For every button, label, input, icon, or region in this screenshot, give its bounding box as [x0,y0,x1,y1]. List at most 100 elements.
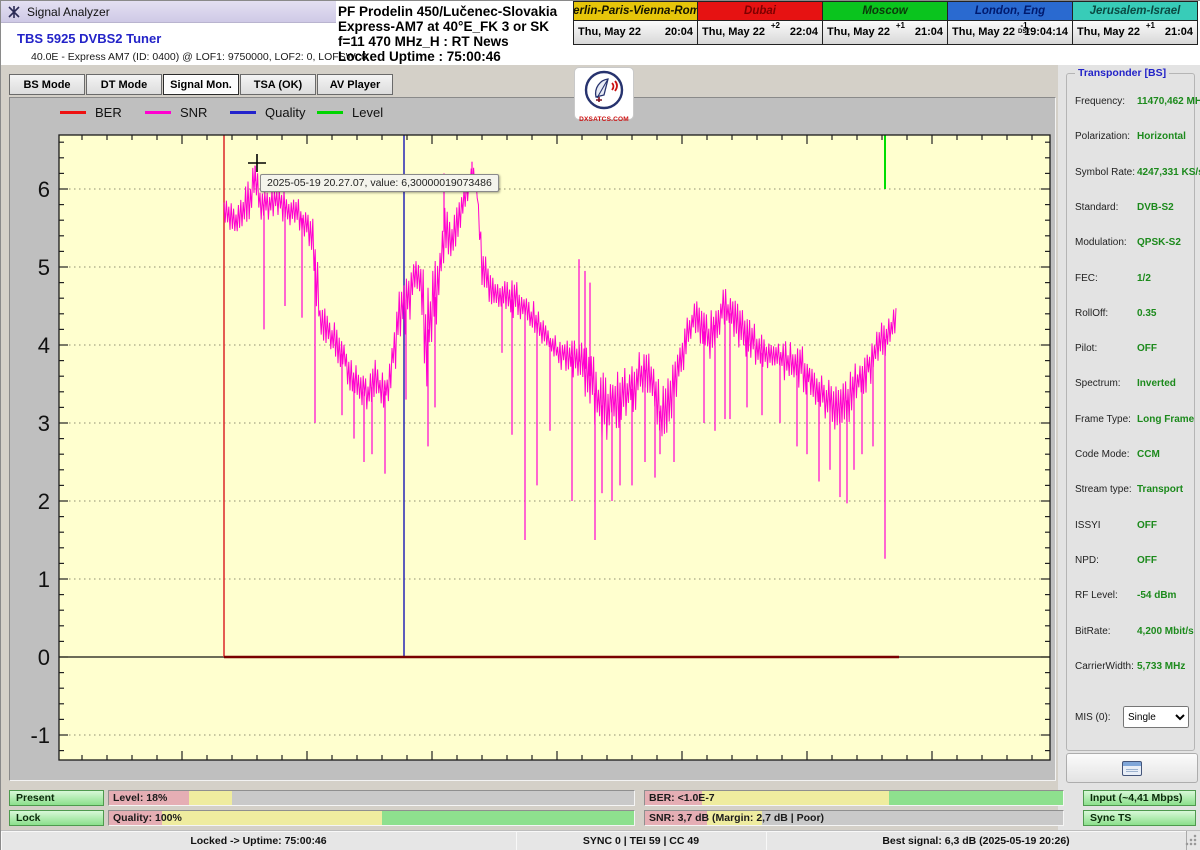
clock-date: Thu, May 22 [578,26,641,38]
row-value: Horizontal [1137,131,1186,142]
status-uptime: Locked -> Uptime: 75:00:46 [1,831,517,850]
row-value: 0.35 [1137,308,1156,319]
row-label: Pilot: [1075,343,1097,354]
clock-time: 20:04 [665,26,693,38]
snr-bar: SNR: 3,7 dB (Margin: 2,7 dB | Poor) [644,810,1064,826]
clock-time-row: Thu, May 22 19:04:14-1DST [948,21,1072,44]
row-value: 4,200 Mbit/s [1137,626,1194,637]
clock-utc-offset: -1DST [1018,22,1030,36]
row-label: Modulation: [1075,237,1127,248]
resize-grip[interactable] [1184,833,1197,846]
transponder-row-symbol-rate-: Symbol Rate:4247,331 KS/s [1075,167,1187,181]
header-line-frequency: f=11 470 MHz_H : RT News [338,34,588,49]
row-value: OFF [1137,520,1157,531]
transponder-row-stream-type-: Stream type:Transport [1075,484,1187,498]
snr-chart[interactable]: 6543210-1 [10,98,1055,780]
ber-bar: BER: <1.0E-7 [644,790,1064,806]
groupbox-title: Transponder [BS] [1075,67,1169,79]
transponder-sidebar: Transponder [BS] Frequency:11470,462 MHz… [1058,65,1200,850]
quality-bar: Quality: 100% [108,810,635,826]
row-value: OFF [1137,555,1157,566]
row-label: Code Mode: [1075,449,1129,460]
bar-segment [189,791,232,805]
status-sync-counters: SYNC 0 | TEI 59 | CC 49 [516,831,767,850]
mode-tabs: BS ModeDT ModeSignal Mon.TSA (OK)AV Play… [9,74,393,95]
bar-label: Level: 18% [113,792,167,804]
clock-date: Thu, May 22 [827,26,890,38]
tab-dt-mode[interactable]: DT Mode [86,74,162,95]
header-line-antenna: PF Prodelin 450/Lučenec-Slovakia [338,4,588,19]
row-label: Spectrum: [1075,378,1121,389]
clock-time: 19:04:14 [1024,26,1068,38]
row-value: Inverted [1137,378,1176,389]
row-label: Standard: [1075,202,1118,213]
row-label: Polarization: [1075,131,1130,142]
row-label: RF Level: [1075,590,1118,601]
input-bitrate-indicator: Input (~4,41 Mbps) [1083,790,1196,806]
svg-text:3: 3 [38,411,50,436]
clock-time: 21:04 [1165,26,1193,38]
antenna-header: PF Prodelin 450/Lučenec-Slovakia Express… [338,4,588,64]
tab-tsa-ok-[interactable]: TSA (OK) [240,74,316,95]
clock-title: Dubai [698,2,822,21]
clock-utc-offset: +1 [896,22,905,29]
dxsatcs-logo: DXSATCS.COM [574,67,634,120]
drive-icon [1122,761,1142,776]
tab-bs-mode[interactable]: BS Mode [9,74,85,95]
transponder-groupbox: Transponder [BS] Frequency:11470,462 MHz… [1066,73,1195,751]
row-value: DVB-S2 [1137,202,1174,213]
clock-title: Berlin-Paris-Vienna-Roma [574,2,697,21]
row-label: Frame Type: [1075,414,1131,425]
svg-text:1: 1 [38,567,50,592]
app-icon [7,5,21,19]
row-label: Frequency: [1075,96,1125,107]
transponder-row-bitrate-: BitRate:4,200 Mbit/s [1075,626,1187,640]
clock-time-row: Thu, May 22 20:04 [574,21,697,44]
world-clocks: Berlin-Paris-Vienna-Roma Thu, May 22 20:04… [573,1,1198,45]
clock-time: 21:04 [915,26,943,38]
status-best-signal: Best signal: 6,3 dB (2025-05-19 20:26) [766,831,1187,850]
row-value: -54 dBm [1137,590,1176,601]
mis-select[interactable]: Single [1123,706,1189,728]
row-label: Stream type: [1075,484,1132,495]
tab-av-player[interactable]: AV Player [317,74,393,95]
status-bar: Locked -> Uptime: 75:00:46 SYNC 0 | TEI … [1,830,1200,850]
transponder-row-carrierwidth-: CarrierWidth:5,733 MHz [1075,661,1187,675]
header-line-uptime: Locked Uptime : 75:00:46 [338,49,588,64]
clock-date: Thu, May 22 [952,26,1015,38]
capture-button[interactable] [1066,753,1198,783]
transponder-row-frame-type-: Frame Type:Long Frame [1075,414,1187,428]
clock-dubai: DubaiThu, May 2222:04+2 [698,1,823,45]
row-label: ISSYI [1075,520,1101,531]
transponder-row-code-mode-: Code Mode: CCM [1075,449,1187,463]
bar-segment [382,811,635,825]
row-value: CCM [1137,449,1160,460]
signal-analyzer-window: Signal Analyzer TBS 5925 DVBS2 Tuner 40.… [0,0,1200,850]
bar-segment [702,791,889,805]
clock-title: Jerusalem-Israel [1073,2,1197,21]
window-titlebar[interactable]: Signal Analyzer [1,1,336,23]
window-title: Signal Analyzer [27,5,110,19]
transponder-row-npd-: NPD: OFF [1075,555,1187,569]
bar-segment [162,811,382,825]
chart-tooltip: 2025-05-19 20.27.07, value: 6,3000001907… [260,174,499,192]
svg-text:4: 4 [38,333,50,358]
svg-text:5: 5 [38,255,50,280]
transponder-row-fec-: FEC:1/2 [1075,273,1187,287]
clock-date: Thu, May 22 [702,26,765,38]
transponder-row-polarization-: Polarization: Horizontal [1075,131,1187,145]
row-label: FEC: [1075,273,1098,284]
clock-title: Moscow [823,2,947,21]
row-label: NPD: [1075,555,1099,566]
row-value: QPSK-S2 [1137,237,1181,248]
lock-indicator: Lock [9,810,104,826]
clock-london-eng: London, EngThu, May 2219:04:14-1DST [948,1,1073,45]
bar-segment [889,791,1064,805]
logo-text: DXSATCS.COM [575,116,633,123]
clock-berlin-paris-vienna-roma: Berlin-Paris-Vienna-Roma Thu, May 22 20:04 [573,1,698,45]
clock-moscow: Moscow Thu, May 22 21:04 +1 [823,1,948,45]
tab-signal-mon-[interactable]: Signal Mon. [163,74,239,95]
bar-label: Quality: 100% [113,812,182,824]
transponder-row-rolloff-: RollOff:0.35 [1075,308,1187,322]
level-bar: Level: 18% [108,790,635,806]
